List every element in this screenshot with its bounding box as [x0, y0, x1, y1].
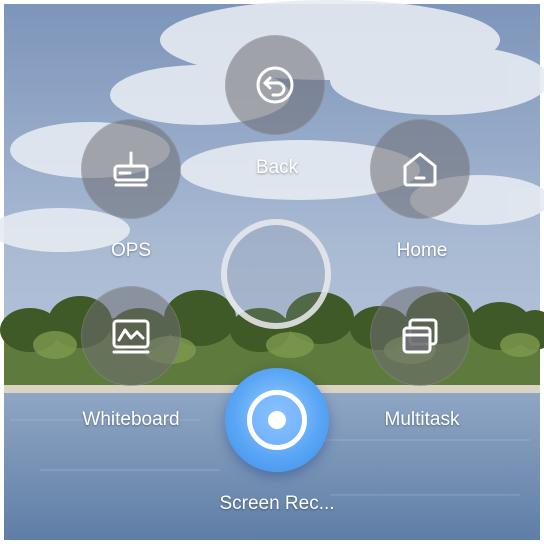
- multitask-label: Multitask: [384, 409, 460, 430]
- ops-button[interactable]: [81, 119, 181, 219]
- back-button[interactable]: [225, 35, 325, 135]
- menu-center-ring[interactable]: [221, 219, 331, 329]
- screen-record-label: Screen Rec...: [219, 493, 335, 514]
- multitask-windows-icon: [402, 318, 438, 354]
- home-button[interactable]: [370, 119, 470, 219]
- floating-menu-screen: Back OPS Home Whiteboard Multitask Scree…: [0, 0, 544, 544]
- whiteboard-icon: [112, 319, 150, 354]
- whiteboard-button[interactable]: [81, 286, 181, 386]
- ops-label: OPS: [110, 240, 152, 261]
- ops-router-icon: [113, 151, 149, 187]
- home-icon: [403, 152, 437, 187]
- record-icon: [247, 390, 307, 450]
- back-arrow-icon: [256, 66, 294, 104]
- screen-record-button[interactable]: [225, 368, 329, 472]
- home-label: Home: [396, 240, 448, 261]
- back-label: Back: [255, 157, 299, 178]
- whiteboard-label: Whiteboard: [82, 409, 180, 430]
- record-dot: [268, 411, 286, 429]
- multitask-button[interactable]: [370, 286, 470, 386]
